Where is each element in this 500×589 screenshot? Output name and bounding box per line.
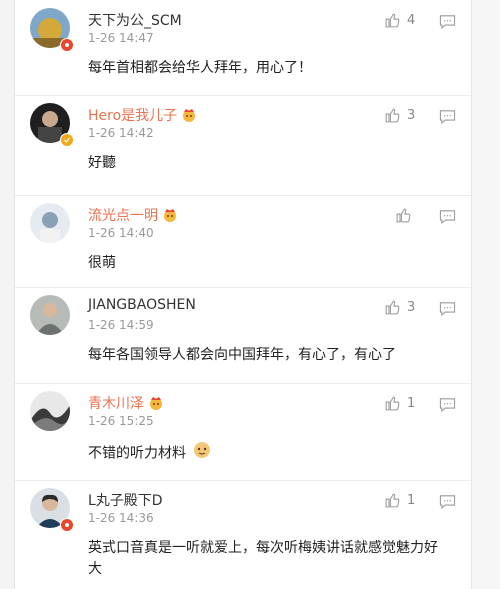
comment-item: Hero是我儿子 1-26 14:42 3 好聽	[15, 95, 471, 196]
verified-badge	[60, 518, 74, 532]
comment-text: 很萌	[88, 255, 116, 271]
comment-text: 每年首相都会给华人拜年，用心了！	[88, 60, 312, 76]
like-button[interactable]	[395, 207, 418, 224]
comment-text: 每年各国领导人都会向中国拜年，有心了，有心了	[88, 347, 396, 363]
timestamp: 1-26 14:42	[88, 126, 154, 140]
comment-icon	[439, 398, 456, 412]
crown-face-icon	[181, 108, 197, 122]
comment-icon	[439, 15, 456, 29]
thumbs-up-icon	[385, 493, 400, 508]
like-count: 1	[407, 396, 416, 411]
crown-face-icon	[148, 396, 164, 410]
verified-badge	[60, 133, 74, 147]
username-text[interactable]: Hero是我儿子	[88, 105, 177, 125]
like-count: 1	[407, 493, 416, 508]
username[interactable]: 青木川泽	[88, 393, 164, 413]
timestamp: 1-26 14:59	[88, 318, 154, 332]
avatar[interactable]	[30, 295, 70, 335]
like-button[interactable]: 3	[384, 107, 415, 124]
timestamp: 1-26 15:25	[88, 414, 154, 428]
avatar[interactable]	[30, 391, 70, 431]
username-text[interactable]: 流光点一明	[88, 205, 158, 225]
username-text[interactable]: 天下为公_SCM	[88, 10, 182, 30]
timestamp: 1-26 14:47	[88, 31, 154, 45]
avatar[interactable]	[30, 203, 70, 243]
reply-button[interactable]	[439, 494, 456, 513]
username-text[interactable]: 青木川泽	[88, 393, 144, 413]
comment-text: 不错的听力材料	[88, 441, 448, 466]
timestamp: 1-26 14:40	[88, 226, 154, 240]
like-count: 3	[407, 300, 416, 315]
comment-item: 流光点一明 1-26 14:40 很萌	[15, 195, 471, 288]
verified-badge	[60, 38, 74, 52]
like-count: 3	[407, 108, 416, 123]
comment-text-content: 不错的听力材料	[88, 445, 186, 462]
username-text[interactable]: JIANGBAOSHEN	[88, 297, 196, 313]
comment-list: 天下为公_SCM 1-26 14:47 4 每年首相都会给华人拜年，用心了！ H…	[15, 0, 471, 589]
like-button[interactable]: 3	[384, 299, 415, 316]
doge-emoji-icon	[193, 441, 211, 466]
like-button[interactable]: 1	[384, 395, 415, 412]
username[interactable]: L丸子殿下D	[88, 490, 163, 510]
crown-face-icon	[162, 208, 178, 222]
comment-text: 好聽	[88, 155, 116, 171]
username[interactable]: JIANGBAOSHEN	[88, 297, 196, 313]
comment-icon	[439, 302, 456, 316]
right-scroll-track[interactable]	[471, 0, 500, 589]
comment-item: 青木川泽 1-26 15:25 1 不错的听力材料	[15, 383, 471, 481]
thumbs-up-icon	[385, 13, 400, 28]
left-frame	[0, 0, 15, 589]
comment-icon	[439, 495, 456, 509]
username-text[interactable]: L丸子殿下D	[88, 490, 163, 510]
reply-button[interactable]	[439, 209, 456, 228]
like-count: 4	[407, 13, 416, 28]
comment-text: 英式口音真是一听就爱上，每次听梅姨讲话就感觉魅力好大	[88, 540, 438, 577]
username[interactable]: Hero是我儿子	[88, 105, 197, 125]
username[interactable]: 天下为公_SCM	[88, 10, 182, 30]
comment-item: L丸子殿下D 1-26 14:36 1 英式口音真是一听就爱上，每次听梅姨讲话就…	[15, 480, 471, 589]
reply-button[interactable]	[439, 14, 456, 33]
reply-button[interactable]	[439, 397, 456, 416]
thumbs-up-icon	[385, 300, 400, 315]
reply-button[interactable]	[439, 109, 456, 128]
comment-icon	[439, 110, 456, 124]
comment-icon	[439, 210, 456, 224]
comment-item: JIANGBAOSHEN 1-26 14:59 3 每年各国领导人都会向中国拜年…	[15, 287, 471, 384]
username[interactable]: 流光点一明	[88, 205, 178, 225]
like-button[interactable]: 4	[384, 12, 415, 29]
thumbs-up-icon	[385, 396, 400, 411]
timestamp: 1-26 14:36	[88, 511, 154, 525]
reply-button[interactable]	[439, 301, 456, 320]
thumbs-up-icon	[396, 208, 411, 223]
like-button[interactable]: 1	[384, 492, 415, 509]
comment-item: 天下为公_SCM 1-26 14:47 4 每年首相都会给华人拜年，用心了！	[15, 0, 471, 96]
thumbs-up-icon	[385, 108, 400, 123]
